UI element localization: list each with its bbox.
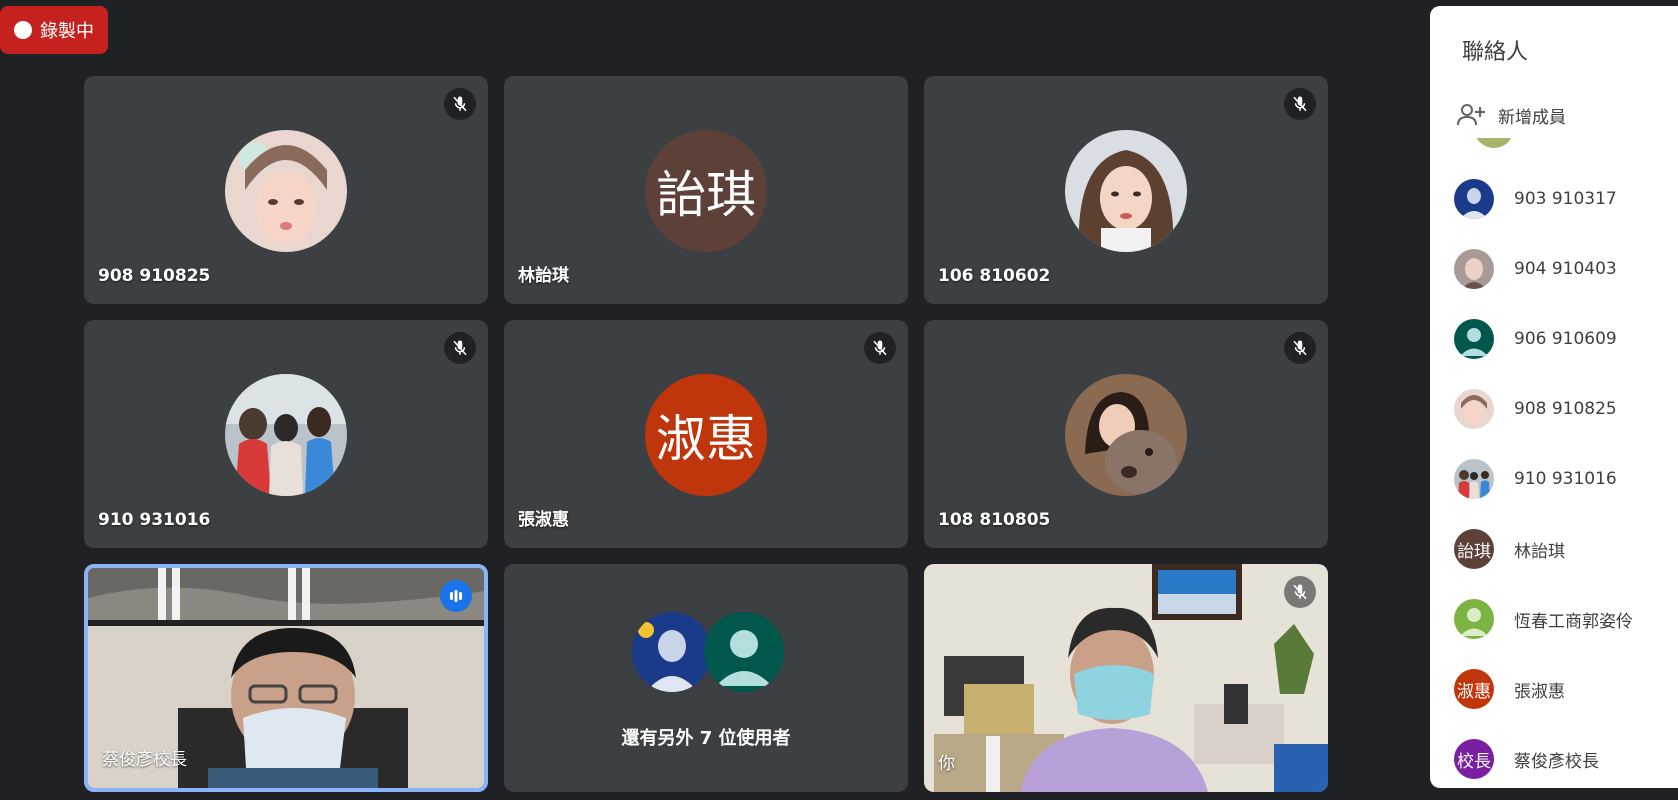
participant-name: 908 910825 bbox=[98, 266, 211, 286]
participant-initials-avatar: 詒琪 bbox=[645, 130, 767, 252]
contact-list[interactable]: 903 910317 904 910403 906 910609 908 910… bbox=[1454, 164, 1678, 794]
contact-name: 恆春工商郭姿伶 bbox=[1514, 611, 1633, 632]
recording-label: 錄製中 bbox=[40, 21, 94, 42]
add-member-label: 新增成員 bbox=[1498, 107, 1566, 128]
contact-initials-avatar: 校長 bbox=[1454, 739, 1494, 779]
mic-off-icon bbox=[444, 332, 476, 364]
contact-item[interactable]: 904 910403 bbox=[1454, 234, 1678, 304]
participant-avatar bbox=[632, 612, 712, 692]
mic-off-icon bbox=[1284, 332, 1316, 364]
self-video bbox=[924, 564, 1328, 792]
contact-name: 906 910609 bbox=[1514, 329, 1617, 349]
contact-name: 908 910825 bbox=[1514, 399, 1617, 419]
participant-name: 你 bbox=[938, 754, 955, 774]
mic-off-icon bbox=[1284, 576, 1316, 608]
participant-name: 910 931016 bbox=[98, 510, 211, 530]
record-dot-icon bbox=[14, 21, 32, 39]
contact-item[interactable]: 908 910825 bbox=[1454, 374, 1678, 444]
more-participants-tile[interactable]: 還有另外 7 位使用者 bbox=[504, 564, 908, 792]
add-person-icon bbox=[1457, 104, 1485, 126]
contact-name: 903 910317 bbox=[1514, 189, 1617, 209]
contact-name: 910 931016 bbox=[1514, 469, 1617, 489]
contact-initials-avatar: 詒琪 bbox=[1454, 529, 1494, 569]
participant-tile[interactable]: 淑惠 張淑惠 bbox=[504, 320, 908, 548]
more-participants-label: 還有另外 7 位使用者 bbox=[621, 728, 791, 749]
contact-item[interactable]: 903 910317 bbox=[1454, 164, 1678, 234]
participant-tile[interactable]: 106 810602 bbox=[924, 76, 1328, 304]
participant-tile-active-speaker[interactable]: 蔡俊彥校長 bbox=[84, 564, 488, 792]
contact-avatar-partial bbox=[1474, 138, 1514, 148]
participant-avatar bbox=[1065, 374, 1187, 496]
default-person-avatar-icon bbox=[704, 612, 784, 692]
participant-tile[interactable]: 108 810805 bbox=[924, 320, 1328, 548]
participant-name: 106 810602 bbox=[938, 266, 1051, 286]
participant-initials-avatar: 淑惠 bbox=[645, 374, 767, 496]
contact-avatar bbox=[1454, 389, 1494, 429]
participant-name: 張淑惠 bbox=[518, 510, 569, 530]
contact-item[interactable]: 906 910609 bbox=[1454, 304, 1678, 374]
default-person-avatar-icon bbox=[1454, 319, 1494, 359]
participant-avatar bbox=[225, 374, 347, 496]
participant-tile[interactable]: 908 910825 bbox=[84, 76, 488, 304]
panel-title: 聯絡人 bbox=[1462, 40, 1529, 65]
people-panel: 聯絡人 新增成員 903 910317 904 910403 906 91060… bbox=[1430, 6, 1678, 788]
contact-item[interactable]: 詒琪 林詒琪 bbox=[1454, 514, 1678, 584]
participant-avatar bbox=[1065, 130, 1187, 252]
speaking-indicator-icon bbox=[440, 580, 472, 612]
participant-tile[interactable]: 詒琪 林詒琪 bbox=[504, 76, 908, 304]
default-person-avatar-icon bbox=[1454, 599, 1494, 639]
contact-avatar bbox=[1454, 459, 1494, 499]
mic-off-icon bbox=[444, 88, 476, 120]
contact-initials-avatar: 淑惠 bbox=[1454, 669, 1494, 709]
add-member-button[interactable]: 新增成員 bbox=[1456, 98, 1566, 132]
participant-name: 108 810805 bbox=[938, 510, 1051, 530]
participant-tile[interactable]: 910 931016 bbox=[84, 320, 488, 548]
contact-name: 蔡俊彥校長 bbox=[1514, 751, 1599, 772]
contact-item[interactable]: 淑惠 張淑惠 bbox=[1454, 654, 1678, 724]
contact-avatar bbox=[1454, 179, 1494, 219]
contact-name: 林詒琪 bbox=[1514, 541, 1565, 562]
contact-name: 張淑惠 bbox=[1514, 681, 1565, 702]
participant-name: 蔡俊彥校長 bbox=[102, 750, 187, 770]
participant-name: 林詒琪 bbox=[518, 266, 569, 286]
contact-item[interactable]: 校長 蔡俊彥校長 bbox=[1454, 724, 1678, 794]
contact-avatar bbox=[1454, 249, 1494, 289]
mic-off-icon bbox=[1284, 88, 1316, 120]
contact-item[interactable]: 910 931016 bbox=[1454, 444, 1678, 514]
contact-name: 904 910403 bbox=[1514, 259, 1617, 279]
contact-item[interactable]: 恆春工商郭姿伶 bbox=[1454, 584, 1678, 654]
self-view-tile[interactable]: 你 bbox=[924, 564, 1328, 792]
mic-off-icon bbox=[864, 332, 896, 364]
recording-indicator[interactable]: 錄製中 bbox=[0, 6, 108, 54]
participant-avatar bbox=[225, 130, 347, 252]
